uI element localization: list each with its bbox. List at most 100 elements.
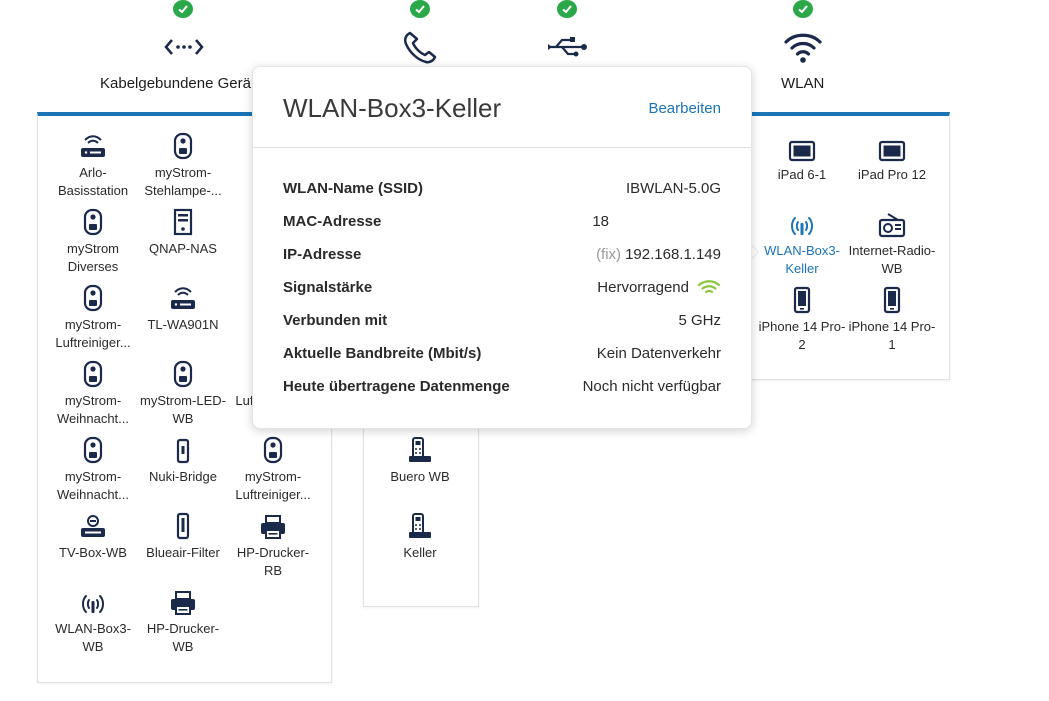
detail-key: Verbunden mit bbox=[283, 311, 388, 329]
edit-link[interactable]: Bearbeiten bbox=[648, 100, 721, 117]
detail-value-text: 5 GHz bbox=[678, 311, 721, 329]
device-item[interactable]: Arlo-Basisstation bbox=[48, 130, 138, 200]
device-name: iPad Pro 12 bbox=[858, 167, 926, 182]
router-icon bbox=[138, 282, 228, 312]
device-item[interactable]: Keller bbox=[375, 510, 465, 562]
printer-icon bbox=[138, 586, 228, 616]
device-name: iPhone 14 Pro-1 bbox=[848, 319, 936, 352]
plug-icon bbox=[48, 206, 138, 236]
detail-value-text: 18 bbox=[592, 212, 609, 230]
device-name: myStrom-Stehlampe-... bbox=[144, 165, 222, 198]
device-item[interactable]: TL-WA901N bbox=[138, 282, 228, 334]
device-name: myStrom-Luftreiniger... bbox=[55, 317, 131, 350]
detail-row: IP-Adresse (fix) 192.168.1.149 bbox=[283, 242, 721, 266]
device-name: QNAP-NAS bbox=[149, 241, 217, 256]
detail-row: Signalstärke Hervorragend bbox=[283, 275, 721, 299]
tablet-icon bbox=[757, 132, 847, 162]
device-name: Blueair-Filter bbox=[146, 545, 220, 560]
device-item[interactable]: iPad Pro 12 bbox=[847, 132, 937, 184]
device-name: Arlo-Basisstation bbox=[57, 165, 129, 198]
device-item[interactable]: iPhone 14 Pro-1 bbox=[847, 284, 937, 354]
detail-value: 18 bbox=[592, 213, 609, 230]
detail-value-text: Noch nicht verfügbar bbox=[582, 377, 721, 395]
detail-row: MAC-Adresse 18 bbox=[283, 209, 721, 233]
tvbox-icon bbox=[48, 510, 138, 540]
nas-icon bbox=[138, 206, 228, 236]
device-name: TV-Box-WB bbox=[59, 545, 127, 560]
phone-icon[interactable] bbox=[398, 30, 442, 64]
device-item[interactable]: Internet-Radio-WB bbox=[847, 208, 937, 278]
detail-row: WLAN-Name (SSID) IBWLAN-5.0G bbox=[283, 176, 721, 200]
device-name: myStrom-Weihnacht... bbox=[56, 469, 130, 502]
device-name: iPhone 14 Pro-2 bbox=[758, 319, 846, 352]
device-item[interactable]: HP-Drucker-WB bbox=[138, 586, 228, 656]
detail-value-text: Kein Datenverkehr bbox=[596, 344, 721, 362]
tablet-icon bbox=[847, 132, 937, 162]
detail-row: Aktuelle Bandbreite (Mbit/s) Kein Datenve… bbox=[283, 341, 721, 365]
bridge-icon bbox=[138, 434, 228, 464]
dect-phone-icon bbox=[375, 510, 465, 540]
detail-key: Aktuelle Bandbreite (Mbit/s) bbox=[283, 344, 482, 362]
filter-icon bbox=[138, 510, 228, 540]
status-ok-icon bbox=[793, 0, 813, 18]
device-name: Buero WB bbox=[390, 469, 450, 484]
device-name: WLAN-Box3-Keller bbox=[764, 243, 840, 276]
device-name: TL-WA901N bbox=[147, 317, 219, 332]
status-ok-icon bbox=[557, 0, 577, 18]
device-item[interactable]: myStrom-Stehlampe-... bbox=[138, 130, 228, 200]
device-item[interactable]: myStrom-LED-WB bbox=[138, 358, 228, 428]
device-name: Internet-Radio-WB bbox=[848, 243, 936, 276]
device-name: HP-Drucker-WB bbox=[146, 621, 220, 654]
detail-value-text: 192.168.1.149 bbox=[625, 245, 721, 263]
device-item[interactable]: QNAP-NAS bbox=[138, 206, 228, 258]
printer-icon bbox=[228, 510, 318, 540]
category-label-lan[interactable]: Kabelgebundene Gerä bbox=[100, 75, 251, 92]
device-name: myStrom-Luftreiniger... bbox=[235, 469, 311, 502]
plug-icon bbox=[48, 282, 138, 312]
status-ok-icon bbox=[173, 0, 193, 18]
detail-key: Signalstärke bbox=[283, 278, 373, 296]
device-name: Nuki-Bridge bbox=[149, 469, 217, 484]
device-item[interactable]: myStrom Diverses bbox=[48, 206, 138, 276]
detail-value: Hervorragend bbox=[597, 279, 721, 296]
device-item[interactable]: TV-Box-WB bbox=[48, 510, 138, 562]
device-item[interactable]: myStrom-Weihnacht... bbox=[48, 434, 138, 504]
popup-header: WLAN-Box3-Keller Bearbeiten bbox=[253, 67, 751, 148]
device-name: myStrom-LED-WB bbox=[140, 393, 226, 426]
plug-icon bbox=[48, 434, 138, 464]
detail-key: IP-Adresse bbox=[283, 245, 362, 263]
router-icon bbox=[48, 130, 138, 160]
detail-value: IBWLAN-5.0G bbox=[626, 180, 721, 197]
fixed-ip-prefix: (fix) bbox=[596, 245, 622, 263]
detail-value: Kein Datenverkehr bbox=[597, 345, 721, 362]
device-name: Keller bbox=[403, 545, 437, 560]
device-name: myStrom Diverses bbox=[67, 241, 119, 274]
device-item[interactable]: WLAN-Box3-WB bbox=[48, 586, 138, 656]
device-item[interactable]: myStrom-Weihnacht... bbox=[48, 358, 138, 428]
device-item[interactable]: Nuki-Bridge bbox=[138, 434, 228, 486]
detail-row: Verbunden mit 5 GHz bbox=[283, 308, 721, 332]
dect-phone-icon bbox=[375, 434, 465, 464]
device-item[interactable]: Blueair-Filter bbox=[138, 510, 228, 562]
device-item[interactable]: Buero WB bbox=[375, 434, 465, 486]
device-item[interactable]: iPad 6-1 bbox=[757, 132, 847, 184]
plug-icon bbox=[228, 434, 318, 464]
device-item[interactable]: iPhone 14 Pro-2 bbox=[757, 284, 847, 354]
device-name: iPad 6-1 bbox=[777, 167, 827, 182]
device-item[interactable]: myStrom-Luftreiniger... bbox=[48, 282, 138, 352]
smartphone-icon bbox=[757, 284, 847, 314]
wifi-icon[interactable] bbox=[781, 30, 825, 64]
device-item[interactable]: HP-Drucker-RB bbox=[228, 510, 318, 580]
status-ok-icon bbox=[410, 0, 430, 18]
lan-icon[interactable] bbox=[162, 30, 206, 64]
usb-icon[interactable] bbox=[545, 30, 589, 64]
detail-value-text: Hervorragend bbox=[597, 278, 689, 296]
category-label-wlan[interactable]: WLAN bbox=[781, 75, 824, 92]
smartphone-icon bbox=[847, 284, 937, 314]
wifi-signal-icon bbox=[697, 279, 721, 295]
device-item[interactable]: WLAN-Box3-Keller bbox=[757, 208, 847, 278]
repeater-icon bbox=[48, 586, 138, 616]
device-item[interactable]: myStrom-Luftreiniger... bbox=[228, 434, 318, 504]
device-name: HP-Drucker-RB bbox=[236, 545, 310, 578]
plug-icon bbox=[138, 358, 228, 388]
